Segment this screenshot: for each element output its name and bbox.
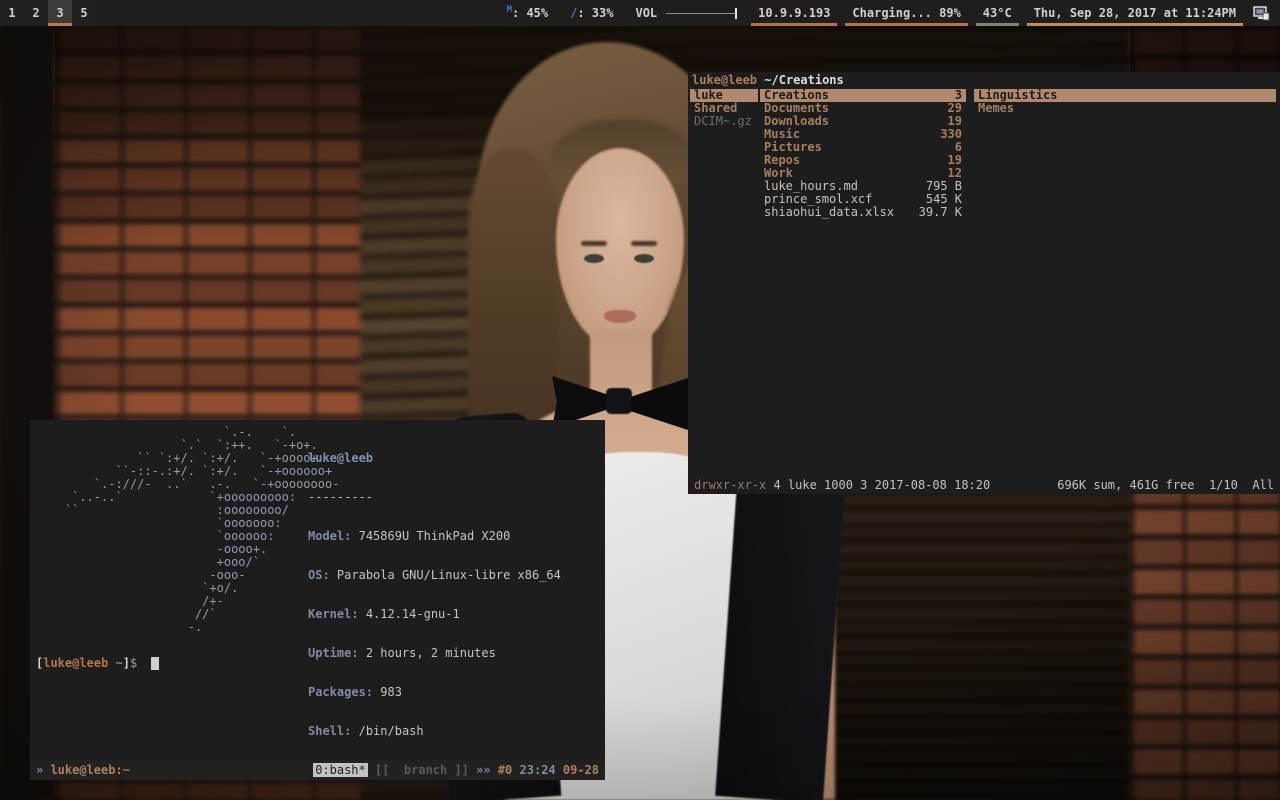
workspace-tag-5[interactable]: 5 [72,0,96,26]
desktop: 1 2 3 5 M: 45% /: 33% VOL 10.9.9.193 Cha… [0,0,1280,800]
file-row[interactable]: shiaohui_data.xlsx39.7 K [760,206,966,219]
parabola-ascii-logo: `.-. `. `.` `:++. `-+o+. `` `:+/. `:+/. … [36,426,339,634]
indicator-two-value: : 33% [577,6,613,20]
neofetch-field: Model: 745869U ThinkPad X200 [308,530,575,543]
preview-item-linguistics[interactable]: Linguistics [974,89,1276,102]
ranger-status-right: 696K sum, 461G free 1/10 All [1057,479,1274,493]
neofetch-field: Uptime: 2 hours, 2 minutes [308,647,575,660]
neofetch-field: Shell: /bin/bash [308,725,575,738]
system-tray [1247,6,1276,21]
clock: Thu, Sep 28, 2017 at 11:24PM [1023,0,1247,26]
battery-status: Charging... 89% [841,0,971,26]
neofetch-field: Kernel: 4.12.14-gnu-1 [308,608,575,621]
tmux-window-tab[interactable]: 0:bash* [313,763,368,777]
ranger-title-user: luke@leeb [692,73,757,87]
indicator-one-value: : 45% [512,6,548,20]
ranger-status-left: drwxr-xr-x 4 luke 1000 3 2017-08-08 18:2… [694,479,990,493]
indicator-two-icon: / [570,6,577,20]
shell-prompt[interactable]: [luke@leeb ~]$ [36,657,159,670]
workspace-tag-1[interactable]: 1 [0,0,24,26]
ranger-statusbar: drwxr-xr-x 4 luke 1000 3 2017-08-08 18:2… [688,479,1280,493]
temperature: 43°C [972,0,1023,26]
neofetch-underline: --------- [308,491,575,504]
workspace-tag-3-active[interactable]: 3 [48,0,72,26]
ranger-window: luke@leeb ~/Creations luke Shared DCIM~.… [688,72,1280,494]
indicator-one-icon: M [507,5,512,15]
bar-spacer [96,0,496,26]
tmux-right: 0:bash* [[ branch ]] »» #0 23:24 09-28 [313,764,599,777]
status-bar: 1 2 3 5 M: 45% /: 33% VOL 10.9.9.193 Cha… [0,0,1280,26]
ranger-titlebar: luke@leeb ~/Creations [692,74,844,87]
indicator-two: /: 33% [559,0,624,26]
preview-item-memes[interactable]: Memes [974,102,1276,115]
neofetch-info: luke@leeb --------- Model: 745869U Think… [308,426,575,800]
volume-slider[interactable] [666,13,736,14]
ip-address: 10.9.9.193 [747,0,841,26]
neofetch-field: Packages: 983 [308,686,575,699]
ranger-parent-column: luke Shared DCIM~.gz [690,89,758,128]
parent-item-dcim[interactable]: DCIM~.gz [690,115,758,128]
ranger-title-path: ~/Creations [764,73,843,87]
tmux-statusbar: » luke@leeb:~ 0:bash* [[ branch ]] »» #0… [30,760,605,780]
volume-module: VOL [624,0,747,26]
neofetch-title: luke@leeb [308,452,575,465]
terminal-window: `.-. `. `.` `:++. `-+o+. `` `:+/. `:+/. … [30,420,605,780]
indicator-one: M: 45% [496,0,560,26]
display-icon[interactable] [1253,6,1270,21]
tmux-left: » luke@leeb:~ [36,764,130,777]
ranger-main-column: Creations3 Documents29 Downloads19 Music… [760,89,966,219]
workspace-tag-2[interactable]: 2 [24,0,48,26]
workspace-switcher: 1 2 3 5 [0,0,96,26]
status-modules: M: 45% /: 33% VOL 10.9.9.193 Charging...… [496,0,1280,26]
volume-label: VOL [635,6,657,20]
ranger-preview-column: Linguistics Memes [974,89,1276,115]
neofetch-field: OS: Parabola GNU/Linux-libre x86_64 [308,569,575,582]
volume-slider-handle[interactable] [735,8,737,19]
text-cursor [151,657,159,670]
